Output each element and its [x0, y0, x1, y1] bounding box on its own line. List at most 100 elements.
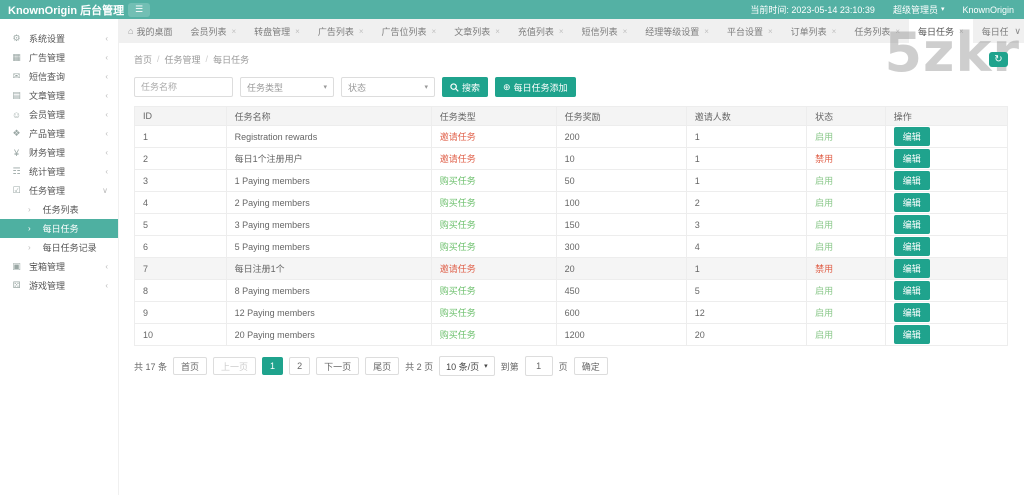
status-badge: 启用 [815, 308, 833, 318]
tab-overflow-button[interactable]: ∨ [1014, 19, 1021, 43]
sidebar-item[interactable]: ☑任务管理∨ [0, 181, 118, 200]
tab-close-icon[interactable]: × [432, 27, 437, 36]
account-name[interactable]: KnownOrigin [962, 5, 1014, 15]
cell-task-name: 每日1个注册用户 [226, 148, 431, 170]
menu-toggle-button[interactable]: ☰ [128, 3, 150, 17]
tab-close-icon[interactable]: × [495, 27, 500, 36]
search-button-label: 搜索 [462, 81, 480, 94]
tab-item[interactable]: 平台设置× [718, 19, 782, 43]
edit-button[interactable]: 编辑 [894, 149, 930, 168]
tab-item[interactable]: 广告位列表× [373, 19, 446, 43]
tab-item[interactable]: 短信列表× [573, 19, 637, 43]
edit-button[interactable]: 编辑 [894, 303, 930, 322]
tab-item[interactable]: 广告列表× [309, 19, 373, 43]
sidebar-item[interactable]: ▤文章管理‹ [0, 86, 118, 105]
page-button[interactable]: 2 [289, 357, 310, 375]
table-row: 31 Paying members购买任务501启用编辑 [135, 170, 1008, 192]
edit-button[interactable]: 编辑 [894, 281, 930, 300]
confirm-button[interactable]: 确定 [574, 357, 608, 375]
edit-button[interactable]: 编辑 [894, 171, 930, 190]
page-button[interactable]: 1 [262, 357, 283, 375]
edit-button[interactable]: 编辑 [894, 259, 930, 278]
tab-close-icon[interactable]: × [959, 27, 964, 36]
status-select[interactable]: 状态 ▾ [341, 77, 435, 97]
add-daily-task-button[interactable]: ⊕ 每日任务添加 [495, 77, 576, 97]
tab-item[interactable]: 订单列表× [782, 19, 846, 43]
chevron-left-icon: ‹ [105, 53, 108, 62]
tab-close-icon[interactable]: × [359, 27, 364, 36]
sidebar-item[interactable]: ⚄游戏管理‹ [0, 276, 118, 295]
tab-close-icon[interactable]: × [895, 27, 900, 36]
cell-invite-count: 1 [686, 148, 806, 170]
tab-close-icon[interactable]: × [231, 27, 236, 36]
tab-label: 文章列表 [454, 25, 490, 38]
edit-button[interactable]: 编辑 [894, 237, 930, 256]
table-row: 1020 Paying members购买任务120020启用编辑 [135, 324, 1008, 346]
admin-role-menu[interactable]: 超级管理员 ▾ [893, 3, 945, 16]
task-type-label: 购买任务 [440, 242, 476, 252]
edit-button[interactable]: 编辑 [894, 127, 930, 146]
first-page-button[interactable]: 首页 [173, 357, 207, 375]
task-type-select[interactable]: 任务类型 ▾ [240, 77, 334, 97]
edit-button[interactable]: 编辑 [894, 215, 930, 234]
tab-item[interactable]: ⌂我的桌面 [119, 19, 181, 43]
tab-close-icon[interactable]: × [559, 27, 564, 36]
cell-task-type: 购买任务 [431, 324, 556, 346]
tab-item[interactable]: 经理等级设置× [636, 19, 718, 43]
tab-item[interactable]: 文章列表 × [445, 19, 509, 43]
cell-id: 9 [135, 302, 227, 324]
chevron-left-icon: ‹ [105, 129, 108, 138]
chevron-down-icon: ∨ [1014, 26, 1021, 37]
cell-task-type: 购买任务 [431, 236, 556, 258]
sidebar-item-label: 系统设置 [29, 32, 65, 45]
sidebar-item[interactable]: ▦广告管理‹ [0, 48, 118, 67]
tab-close-icon[interactable]: × [768, 27, 773, 36]
cell-status: 启用 [807, 280, 886, 302]
breadcrumb-item[interactable]: 任务管理 [165, 53, 201, 66]
current-time: 当前时间: 2023-05-14 23:10:39 [750, 3, 875, 16]
tab-item[interactable]: 转盘管理× [245, 19, 309, 43]
per-page-select[interactable]: 10 条/页 ▾ [439, 356, 495, 376]
tab-close-icon[interactable]: × [295, 27, 300, 36]
cell-task-type: 购买任务 [431, 170, 556, 192]
task-name-input[interactable] [134, 77, 233, 97]
user-icon: ☺ [10, 110, 23, 120]
next-page-button[interactable]: 下一页 [316, 357, 359, 375]
chevron-left-icon: ‹ [105, 167, 108, 176]
sidebar-subitem[interactable]: ›每日任务记录 [0, 238, 118, 257]
tab-item[interactable]: 每日任务记录× [973, 19, 1008, 43]
table-row: 912 Paying members购买任务60012启用编辑 [135, 302, 1008, 324]
tab-close-icon[interactable]: × [623, 27, 628, 36]
goto-label: 到第 [501, 360, 519, 373]
tab-item[interactable]: 充值列表× [509, 19, 573, 43]
cell-task-type: 购买任务 [431, 302, 556, 324]
tab-item[interactable]: 会员列表× [181, 19, 245, 43]
sidebar-item[interactable]: ✉短信查询‹ [0, 67, 118, 86]
sidebar-subitem[interactable]: ›任务列表 [0, 200, 118, 219]
tasks-icon: ☑ [10, 185, 23, 196]
tab-close-icon[interactable]: × [704, 27, 709, 36]
prev-page-button[interactable]: 上一页 [213, 357, 256, 375]
sidebar-item-label: 广告管理 [29, 51, 65, 64]
sidebar-item[interactable]: ▣宝箱管理‹ [0, 257, 118, 276]
breadcrumb-item[interactable]: 首页 [134, 53, 152, 66]
tab-close-icon[interactable]: × [832, 27, 837, 36]
table-row: 2每日1个注册用户邀请任务101禁用编辑 [135, 148, 1008, 170]
refresh-button[interactable]: ↻ [989, 52, 1008, 67]
cell-reward: 600 [556, 302, 686, 324]
tab-item[interactable]: 每日任务× [909, 19, 973, 43]
sidebar-item[interactable]: ☺会员管理‹ [0, 105, 118, 124]
last-page-button[interactable]: 尾页 [365, 357, 399, 375]
goto-page-input[interactable] [525, 356, 553, 376]
table-header-row: ID任务名称任务类型任务奖励邀请人数状态操作 [135, 107, 1008, 126]
search-button[interactable]: 搜索 [442, 77, 488, 97]
sidebar-subitem[interactable]: ›每日任务 [0, 219, 118, 238]
task-type-label: 购买任务 [440, 308, 476, 318]
sidebar-item[interactable]: ☶统计管理‹ [0, 162, 118, 181]
edit-button[interactable]: 编辑 [894, 325, 930, 344]
sidebar-item[interactable]: ¥财务管理‹ [0, 143, 118, 162]
tab-item[interactable]: 任务列表× [845, 19, 909, 43]
edit-button[interactable]: 编辑 [894, 193, 930, 212]
sidebar-item[interactable]: ⚙系统设置‹ [0, 29, 118, 48]
sidebar-item[interactable]: ❖产品管理‹ [0, 124, 118, 143]
